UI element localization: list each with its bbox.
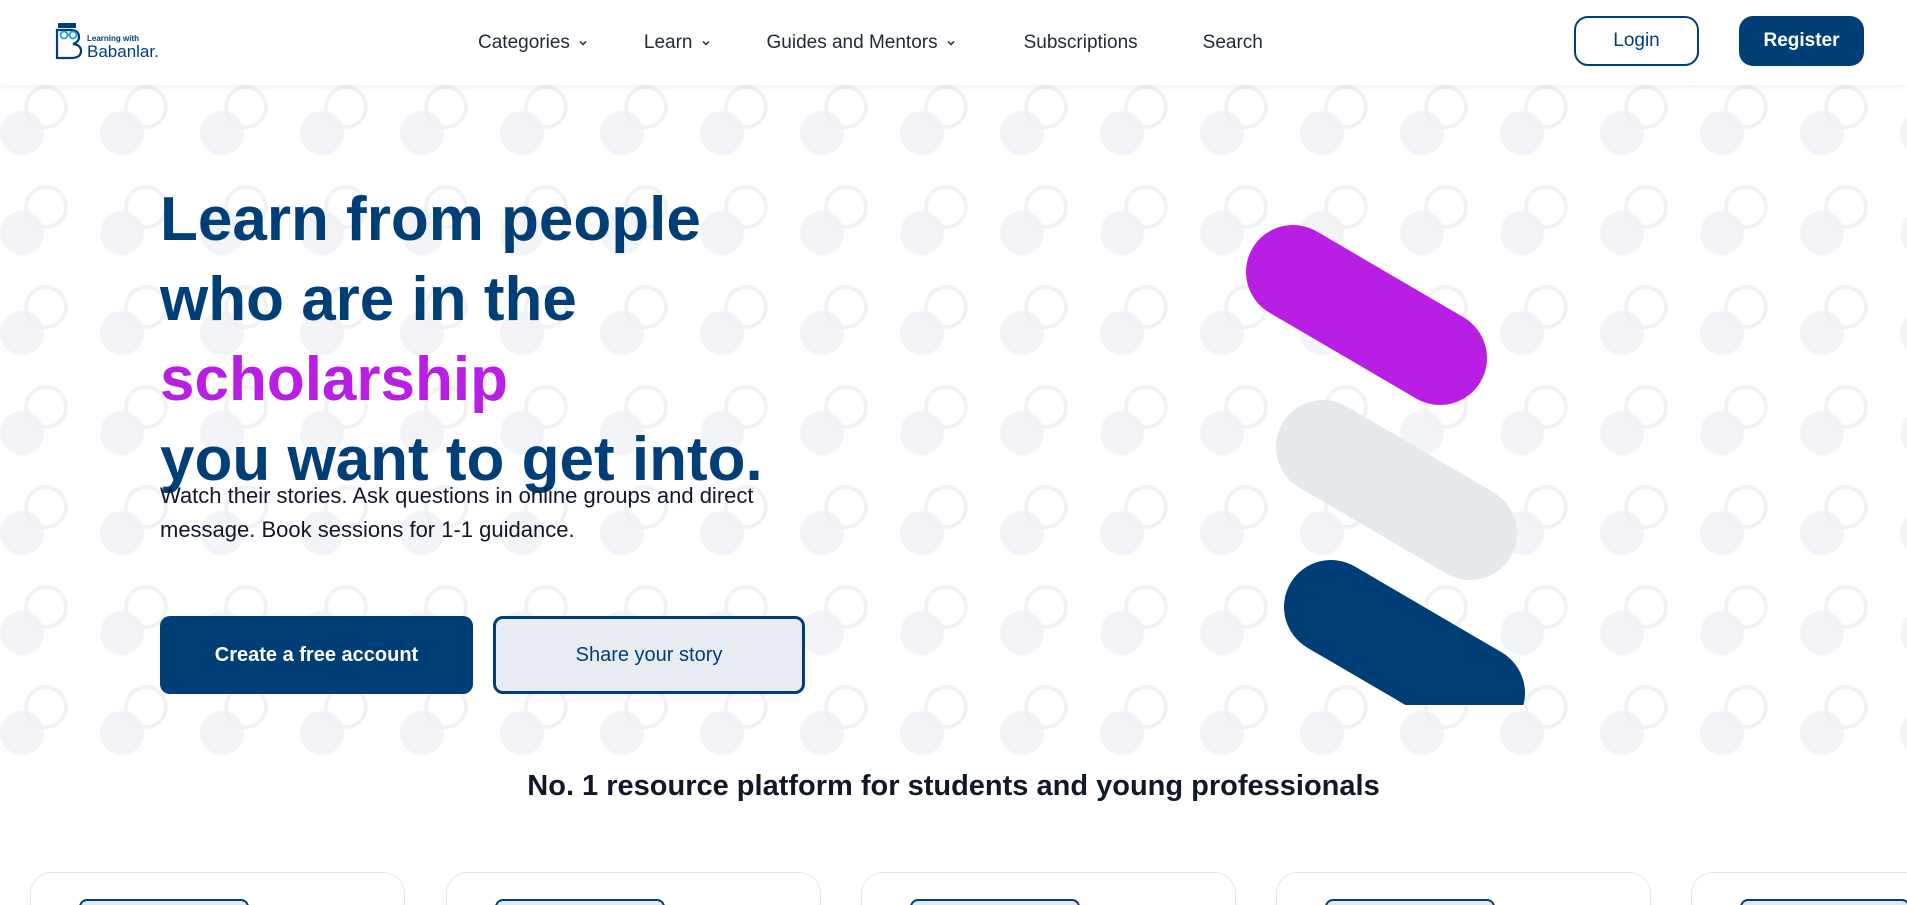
headline-line-2-prefix: who are in the [160, 265, 577, 334]
chevron-down-icon [701, 40, 710, 46]
nav-item-label: Guides and Mentors [766, 31, 938, 53]
card-tab [79, 899, 249, 905]
card-tab [1325, 899, 1495, 905]
feature-card[interactable] [30, 872, 405, 905]
nav-item-label: Learn [643, 31, 693, 53]
login-button[interactable]: Login [1574, 16, 1699, 66]
hero-illustration [1246, 225, 1525, 705]
share-your-story-button[interactable]: Share your story [493, 616, 805, 694]
headline-line-2: who are in the scholarship [160, 260, 920, 420]
nav-item-subscriptions[interactable]: Subscriptions [1024, 32, 1138, 54]
nav-item-label: Categories [478, 31, 570, 53]
nav-item-search[interactable]: Search [1203, 32, 1263, 54]
pill-navy [1284, 560, 1525, 705]
hero-headline: Learn from people who are in the scholar… [160, 180, 920, 500]
nav-item-label: Search [1202, 31, 1263, 53]
top-navbar: Learning with Babanlar. Categories Learn… [0, 0, 1907, 85]
logo-mark-icon [55, 23, 83, 60]
logo-main-text: Babanlar. [87, 42, 159, 61]
page: Learning with Babanlar. Categories Learn… [0, 0, 1907, 905]
create-free-account-button[interactable]: Create a free account [160, 616, 473, 694]
register-button[interactable]: Register [1739, 16, 1864, 66]
feature-card[interactable] [446, 872, 821, 905]
card-tab [495, 899, 665, 905]
headline-accent-word: scholarship [160, 345, 508, 414]
main-nav: Categories Learn Guides and Mentors Subs… [478, 0, 1263, 85]
feature-card[interactable] [861, 872, 1236, 905]
nav-item-categories[interactable]: Categories [478, 32, 588, 54]
platform-tagline: No. 1 resource platform for students and… [527, 770, 1380, 802]
brand-logo[interactable]: Learning with Babanlar. [55, 20, 185, 64]
chevron-down-icon [579, 40, 587, 46]
nav-item-learn[interactable]: Learn [644, 32, 711, 54]
chevron-down-icon [947, 40, 955, 46]
feature-card[interactable] [1691, 872, 1907, 905]
card-tab [910, 899, 1080, 905]
hero-section: Learn from people who are in the scholar… [0, 85, 1907, 757]
nav-item-label: Subscriptions [1023, 31, 1138, 53]
card-tab [1740, 899, 1907, 905]
hero-subtext: Watch their stories. Ask questions in on… [160, 483, 754, 542]
feature-cards-row [0, 872, 1907, 905]
pill-light-gray [1276, 400, 1517, 580]
headline-line-1: Learn from people [160, 185, 701, 254]
pill-magenta [1246, 225, 1487, 405]
nav-item-guides-and-mentors[interactable]: Guides and Mentors [767, 32, 956, 54]
feature-card[interactable] [1276, 872, 1651, 905]
